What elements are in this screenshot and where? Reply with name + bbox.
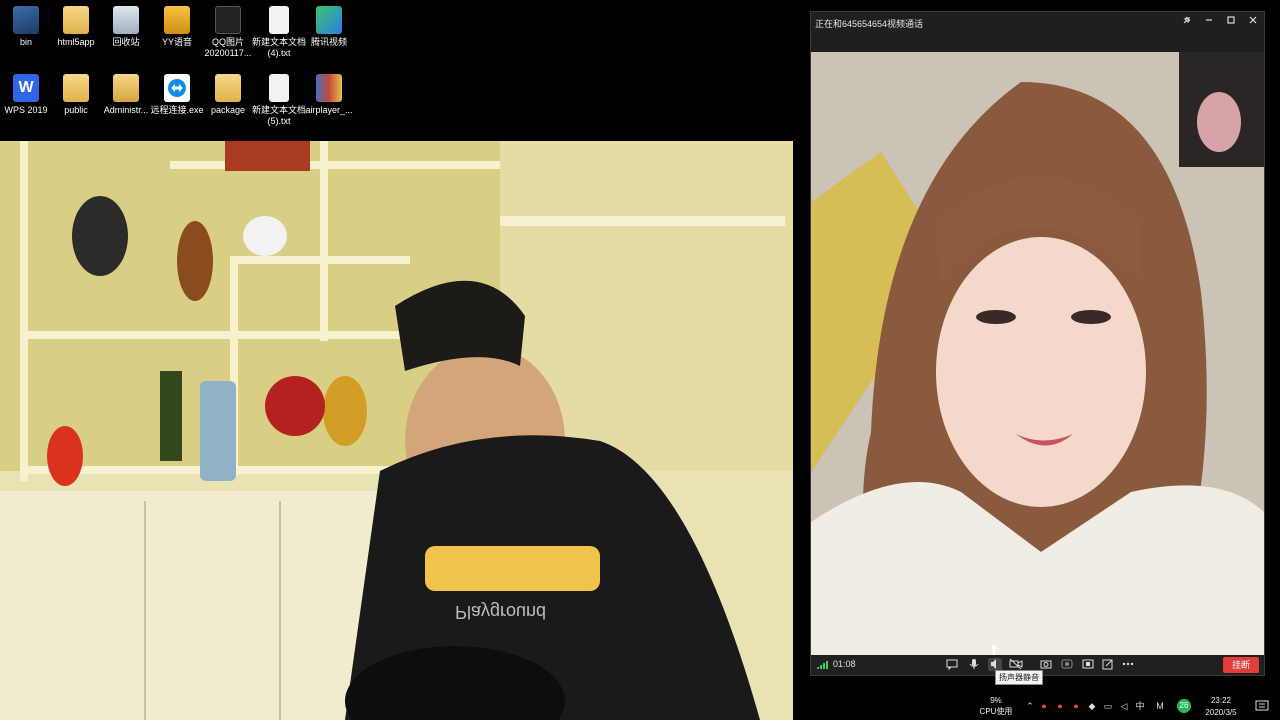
folder-icon [215, 74, 241, 102]
desktop-icon-remote[interactable]: 远程连接.exe [149, 74, 205, 116]
desktop-icon-text-5[interactable]: 新建文本文档 (5).txt [252, 74, 306, 127]
cpu-percent: 9% [990, 696, 1002, 705]
folder-icon [63, 6, 89, 34]
desktop: bin html5app 回收站 YY语音 QQ图片 20200117... 新… [0, 0, 1280, 720]
call-title: 正在和645654654视频通话 [815, 19, 924, 29]
desktop-icon-label: 腾讯视频 [310, 37, 347, 47]
desktop-icon-public[interactable]: public [50, 74, 102, 116]
volume-icon[interactable]: ◁ [1119, 701, 1129, 711]
text-file-icon [269, 74, 289, 102]
desktop-icon-label: bin [19, 37, 32, 47]
tray-app-icon[interactable]: ◆ [1087, 701, 1097, 711]
desktop-icon-label: airplayer_... [305, 105, 353, 115]
desktop-icon-airplayer[interactable]: airplayer_... [303, 74, 355, 116]
teamviewer-icon [164, 74, 190, 102]
microphone-icon[interactable] [967, 658, 981, 671]
desktop-icon-label: 远程连接.exe [150, 105, 204, 115]
image-file-icon [215, 6, 241, 34]
desktop-icon-wps[interactable]: W WPS 2019 [0, 74, 52, 116]
desktop-icon-text-4[interactable]: 新建文本文档 (4).txt [252, 6, 306, 59]
chevron-up-icon[interactable]: ⌃ [1025, 701, 1035, 711]
volume-knob[interactable] [991, 645, 997, 651]
hangup-button[interactable]: 挂断 [1223, 657, 1259, 673]
system-tray: 9% CPU使用 ⌃ ● ● ● ◆ ▭ ◁ 中 M 26 23:22 2020… [975, 690, 1280, 720]
desktop-icon-label: public [64, 105, 88, 115]
yy-voice-icon [164, 6, 190, 34]
network-icon[interactable]: ▭ [1103, 701, 1113, 711]
more-icon[interactable] [1121, 658, 1135, 671]
tray-badge[interactable]: 26 [1177, 699, 1191, 713]
maximize-icon[interactable] [1222, 14, 1240, 30]
desktop-icon-label: Administr... [103, 105, 149, 115]
text-file-icon [269, 6, 289, 34]
desktop-icon-label: QQ图片 20200117... [204, 37, 252, 58]
recycle-bin-icon [113, 6, 139, 34]
desktop-icon-label: YY语音 [161, 37, 192, 47]
desktop-icon-label: package [210, 105, 246, 115]
signal-strength-icon [817, 661, 828, 669]
remote-video-scene [811, 52, 1264, 655]
volume-slider[interactable] [991, 645, 997, 655]
local-camera-preview: Playground [0, 141, 793, 720]
call-titlebar[interactable]: 正在和645654654视频通话 [811, 12, 1264, 52]
remote-video [811, 52, 1264, 655]
ime-icon[interactable]: 中 [1135, 701, 1145, 711]
desktop-icon-bin[interactable]: bin [0, 6, 52, 48]
desktop-icon-tencent-video[interactable]: 腾讯视频 [303, 6, 355, 48]
app-icon [13, 6, 39, 34]
desktop-icon-label: WPS 2019 [4, 105, 48, 115]
desktop-icon-label: 回收站 [112, 37, 140, 47]
desktop-icon-label: 新建文本文档 (5).txt [252, 105, 307, 126]
tray-app-icon[interactable]: ● [1055, 701, 1065, 711]
desktop-icon-package[interactable]: package [202, 74, 254, 116]
speaker-mute-tooltip: 扬声器静音 [995, 670, 1043, 685]
local-camera-scene: Playground [0, 141, 793, 720]
archive-icon [316, 74, 342, 102]
chat-icon[interactable] [945, 658, 959, 671]
desktop-icon-label: 新建文本文档 (4).txt [252, 37, 307, 58]
desktop-icon-qq-image[interactable]: QQ图片 20200117... [201, 6, 255, 59]
tray-app-icon[interactable]: ● [1071, 701, 1081, 711]
cpu-label: CPU使用 [979, 707, 1013, 716]
close-icon[interactable] [1244, 14, 1262, 30]
screen-share-icon[interactable] [1081, 658, 1095, 671]
tray-app-icon[interactable]: M [1155, 701, 1165, 711]
notification-icon[interactable] [1255, 699, 1269, 713]
desktop-icon-html5app[interactable]: html5app [50, 6, 102, 48]
pin-icon[interactable] [1178, 14, 1196, 30]
clock-time[interactable]: 23:22 [1197, 696, 1245, 706]
edit-icon[interactable] [1101, 658, 1115, 671]
video-call-window: 正在和645654654视频通话 01:08 挂断 [810, 11, 1265, 676]
desktop-icon-recycle-bin[interactable]: 回收站 [100, 6, 152, 48]
user-folder-icon [113, 74, 139, 102]
minimize-icon[interactable] [1200, 14, 1218, 30]
tray-app-icon[interactable]: ● [1039, 701, 1049, 711]
desktop-icon-yy[interactable]: YY语音 [151, 6, 203, 48]
call-timer: 01:08 [833, 659, 856, 669]
desktop-icon-label: html5app [57, 37, 95, 47]
svg-text:Playground: Playground [455, 602, 546, 622]
clock-date[interactable]: 2020/3/5 [1197, 708, 1245, 718]
record-icon[interactable] [1060, 658, 1074, 671]
wps-icon: W [13, 74, 39, 102]
tencent-video-icon [316, 6, 342, 34]
desktop-icon-administrator[interactable]: Administr... [100, 74, 152, 116]
folder-icon [63, 74, 89, 102]
